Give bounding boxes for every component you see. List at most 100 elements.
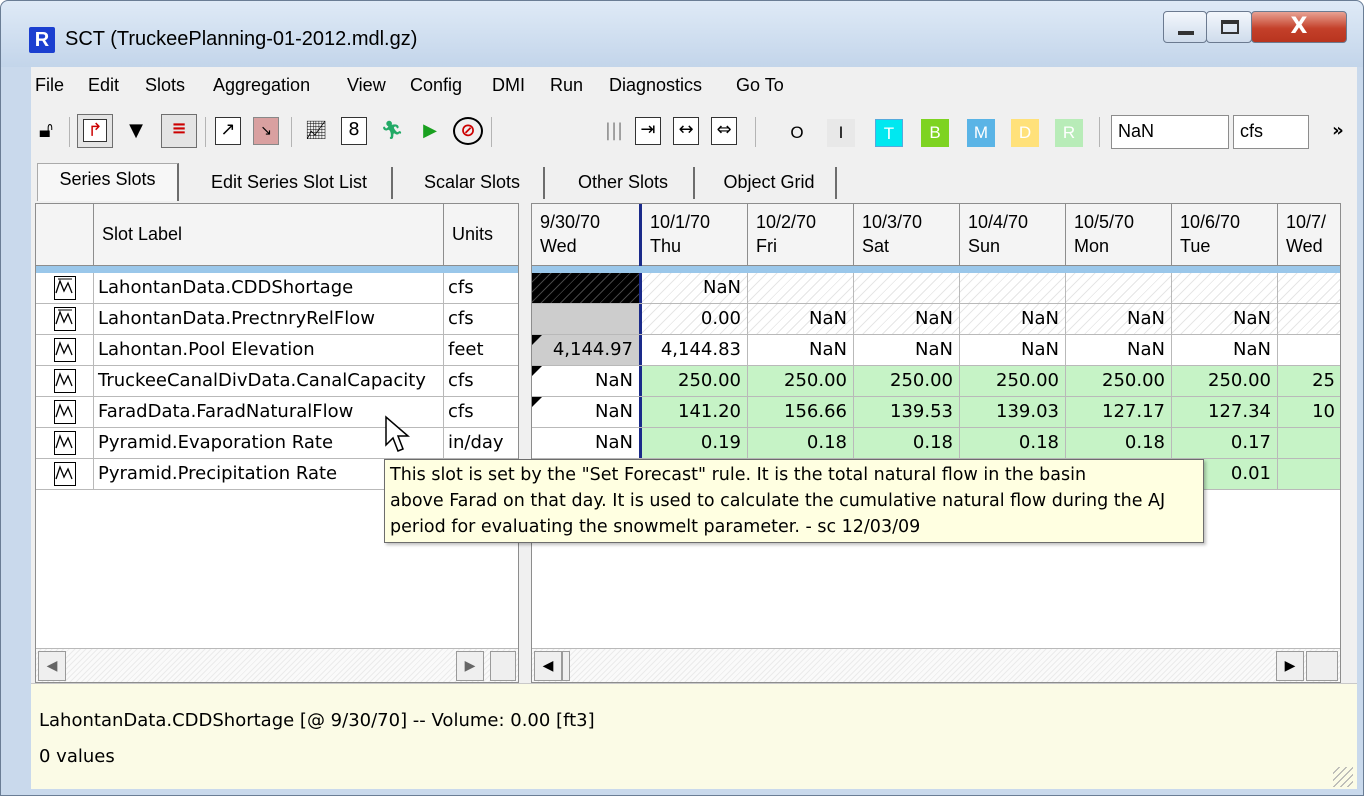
value-cell[interactable] [854, 273, 960, 303]
slot-label[interactable]: Lahontan.Pool Elevation [94, 335, 444, 365]
shrink-columns-icon[interactable]: ⇥ [635, 117, 661, 145]
tab-other-slots[interactable]: Other Slots [553, 167, 695, 199]
value-cell[interactable]: 141.20 [642, 397, 748, 427]
value-field[interactable]: NaN [1111, 115, 1229, 149]
fit-columns-icon[interactable]: ↔ [673, 117, 699, 145]
value-cell[interactable]: NaN [748, 335, 854, 365]
value-cell[interactable] [532, 273, 642, 303]
value-cell[interactable]: NaN [1172, 304, 1278, 334]
value-cell[interactable]: NaN [1066, 335, 1172, 365]
flag-input-button[interactable]: I [827, 119, 855, 147]
icon-column-header[interactable] [36, 204, 94, 266]
value-cell[interactable]: 127.17 [1066, 397, 1172, 427]
date-column-header[interactable]: 10/1/70 Thu [642, 204, 748, 266]
tab-edit-series-slot-list[interactable]: Edit Series Slot List [187, 167, 393, 199]
slot-label-header[interactable]: Slot Label [94, 204, 444, 266]
flag-output-button[interactable]: O [783, 119, 811, 147]
value-cell[interactable]: 0.00 [642, 304, 748, 334]
flag-drift-button[interactable]: D [1011, 119, 1039, 147]
value-cell[interactable]: NaN [960, 335, 1066, 365]
run-controller-icon[interactable]: 🏃︎ [379, 117, 405, 145]
sync-scroll-icon[interactable]: ↱ [77, 114, 113, 148]
menu-view[interactable]: View [347, 75, 386, 96]
value-cell[interactable]: 250.00 [748, 366, 854, 396]
start-run-icon[interactable]: ▶ [417, 117, 443, 145]
value-cell[interactable]: 156.66 [748, 397, 854, 427]
slot-row[interactable]: LahontanData.CDDShortage cfs [36, 273, 518, 304]
value-cell[interactable]: 250.00 [642, 366, 748, 396]
tab-scalar-slots[interactable]: Scalar Slots [401, 167, 545, 199]
value-cell[interactable]: 10 [1278, 397, 1340, 427]
value-cell[interactable] [1278, 335, 1340, 365]
value-cell[interactable]: NaN [532, 428, 642, 458]
flag-target-button[interactable]: T [875, 119, 903, 147]
units-field[interactable]: cfs [1233, 115, 1309, 149]
value-cell[interactable] [532, 304, 642, 334]
resize-grip-icon[interactable] [1333, 767, 1353, 787]
value-cell[interactable]: 250.00 [1172, 366, 1278, 396]
date-column-header[interactable]: 10/6/70 Tue [1172, 204, 1278, 266]
menu-edit[interactable]: Edit [88, 75, 119, 96]
minimize-button[interactable] [1163, 11, 1207, 43]
column-resize-icon[interactable]: ||| [601, 117, 627, 145]
value-cell[interactable]: 250.00 [960, 366, 1066, 396]
stacked-rows-icon[interactable]: ≡ [161, 114, 197, 148]
scroll-end-cap[interactable] [1306, 651, 1338, 681]
close-slot-icon[interactable]: ↘ [253, 117, 279, 145]
value-cell[interactable]: 0.18 [960, 428, 1066, 458]
value-cell[interactable] [1278, 459, 1340, 489]
plot-icon[interactable]: 📈︎ [303, 117, 329, 145]
menu-go-to[interactable]: Go To [736, 75, 784, 96]
scroll-right-icon[interactable]: ▶ [1276, 651, 1304, 681]
date-column-header[interactable]: 10/5/70 Mon [1066, 204, 1172, 266]
slot-row[interactable]: Lahontan.Pool Elevation feet [36, 335, 518, 366]
unlock-icon[interactable]: 🔓︎ [33, 117, 59, 145]
value-cell[interactable]: NaN [1066, 304, 1172, 334]
value-cell[interactable]: 127.34 [1172, 397, 1278, 427]
value-cell[interactable]: 0.19 [642, 428, 748, 458]
value-cell[interactable]: 250.00 [854, 366, 960, 396]
slot-label[interactable]: LahontanData.CDDShortage [94, 273, 444, 303]
value-cell[interactable]: 0.18 [748, 428, 854, 458]
value-cell[interactable]: NaN [1172, 335, 1278, 365]
slot-row[interactable]: Pyramid.Evaporation Rate in/day [36, 428, 518, 459]
scroll-left-icon[interactable]: ◀ [38, 651, 66, 681]
slot-row[interactable]: LahontanData.PrectnryRelFlow cfs [36, 304, 518, 335]
value-cell[interactable] [748, 273, 854, 303]
open-slot-icon[interactable]: ↗ [215, 117, 241, 145]
menu-slots[interactable]: Slots [145, 75, 185, 96]
tab-series-slots[interactable]: Series Slots [37, 163, 179, 201]
flag-rule-button[interactable]: R [1055, 119, 1083, 147]
title-bar[interactable]: R SCT (TruckeePlanning-01-2012.mdl.gz) X [1, 1, 1363, 67]
value-cell[interactable] [960, 273, 1066, 303]
value-cell[interactable]: 250.00 [1066, 366, 1172, 396]
value-cell[interactable]: NaN [748, 304, 854, 334]
scroll-right-icon[interactable]: ▶ [456, 651, 484, 681]
value-cell[interactable] [1172, 273, 1278, 303]
value-cell[interactable]: 0.17 [1172, 428, 1278, 458]
value-cell[interactable]: NaN [642, 273, 748, 303]
tab-object-grid[interactable]: Object Grid [703, 167, 837, 199]
date-column-header[interactable]: 10/2/70 Fri [748, 204, 854, 266]
close-button[interactable]: X [1251, 11, 1347, 43]
date-column-header[interactable]: 10/4/70 Sun [960, 204, 1066, 266]
menu-file[interactable]: File [35, 75, 64, 96]
date-column-header[interactable]: 9/30/70 Wed [532, 204, 642, 266]
value-cell[interactable]: NaN [854, 304, 960, 334]
value-cell[interactable] [1066, 273, 1172, 303]
toolbar-overflow-button[interactable]: » [1323, 117, 1353, 145]
units-header[interactable]: Units [444, 204, 518, 266]
menu-aggregation[interactable]: Aggregation [213, 75, 310, 96]
left-horizontal-scrollbar[interactable]: ◀ ▶ [36, 648, 518, 682]
value-cell[interactable]: 139.03 [960, 397, 1066, 427]
flag-best-button[interactable]: B [921, 119, 949, 147]
slot-label[interactable]: TruckeeCanalDivData.CanalCapacity [94, 366, 444, 396]
value-cell[interactable]: NaN [532, 366, 642, 396]
menu-run[interactable]: Run [550, 75, 583, 96]
value-cell[interactable]: 4,144.83 [642, 335, 748, 365]
menu-dmi[interactable]: DMI [492, 75, 525, 96]
slot-expression-icon[interactable]: 8 [341, 117, 367, 145]
value-cell[interactable]: 25 [1278, 366, 1340, 396]
value-cell[interactable]: NaN [854, 335, 960, 365]
value-cell[interactable]: 0.18 [1066, 428, 1172, 458]
